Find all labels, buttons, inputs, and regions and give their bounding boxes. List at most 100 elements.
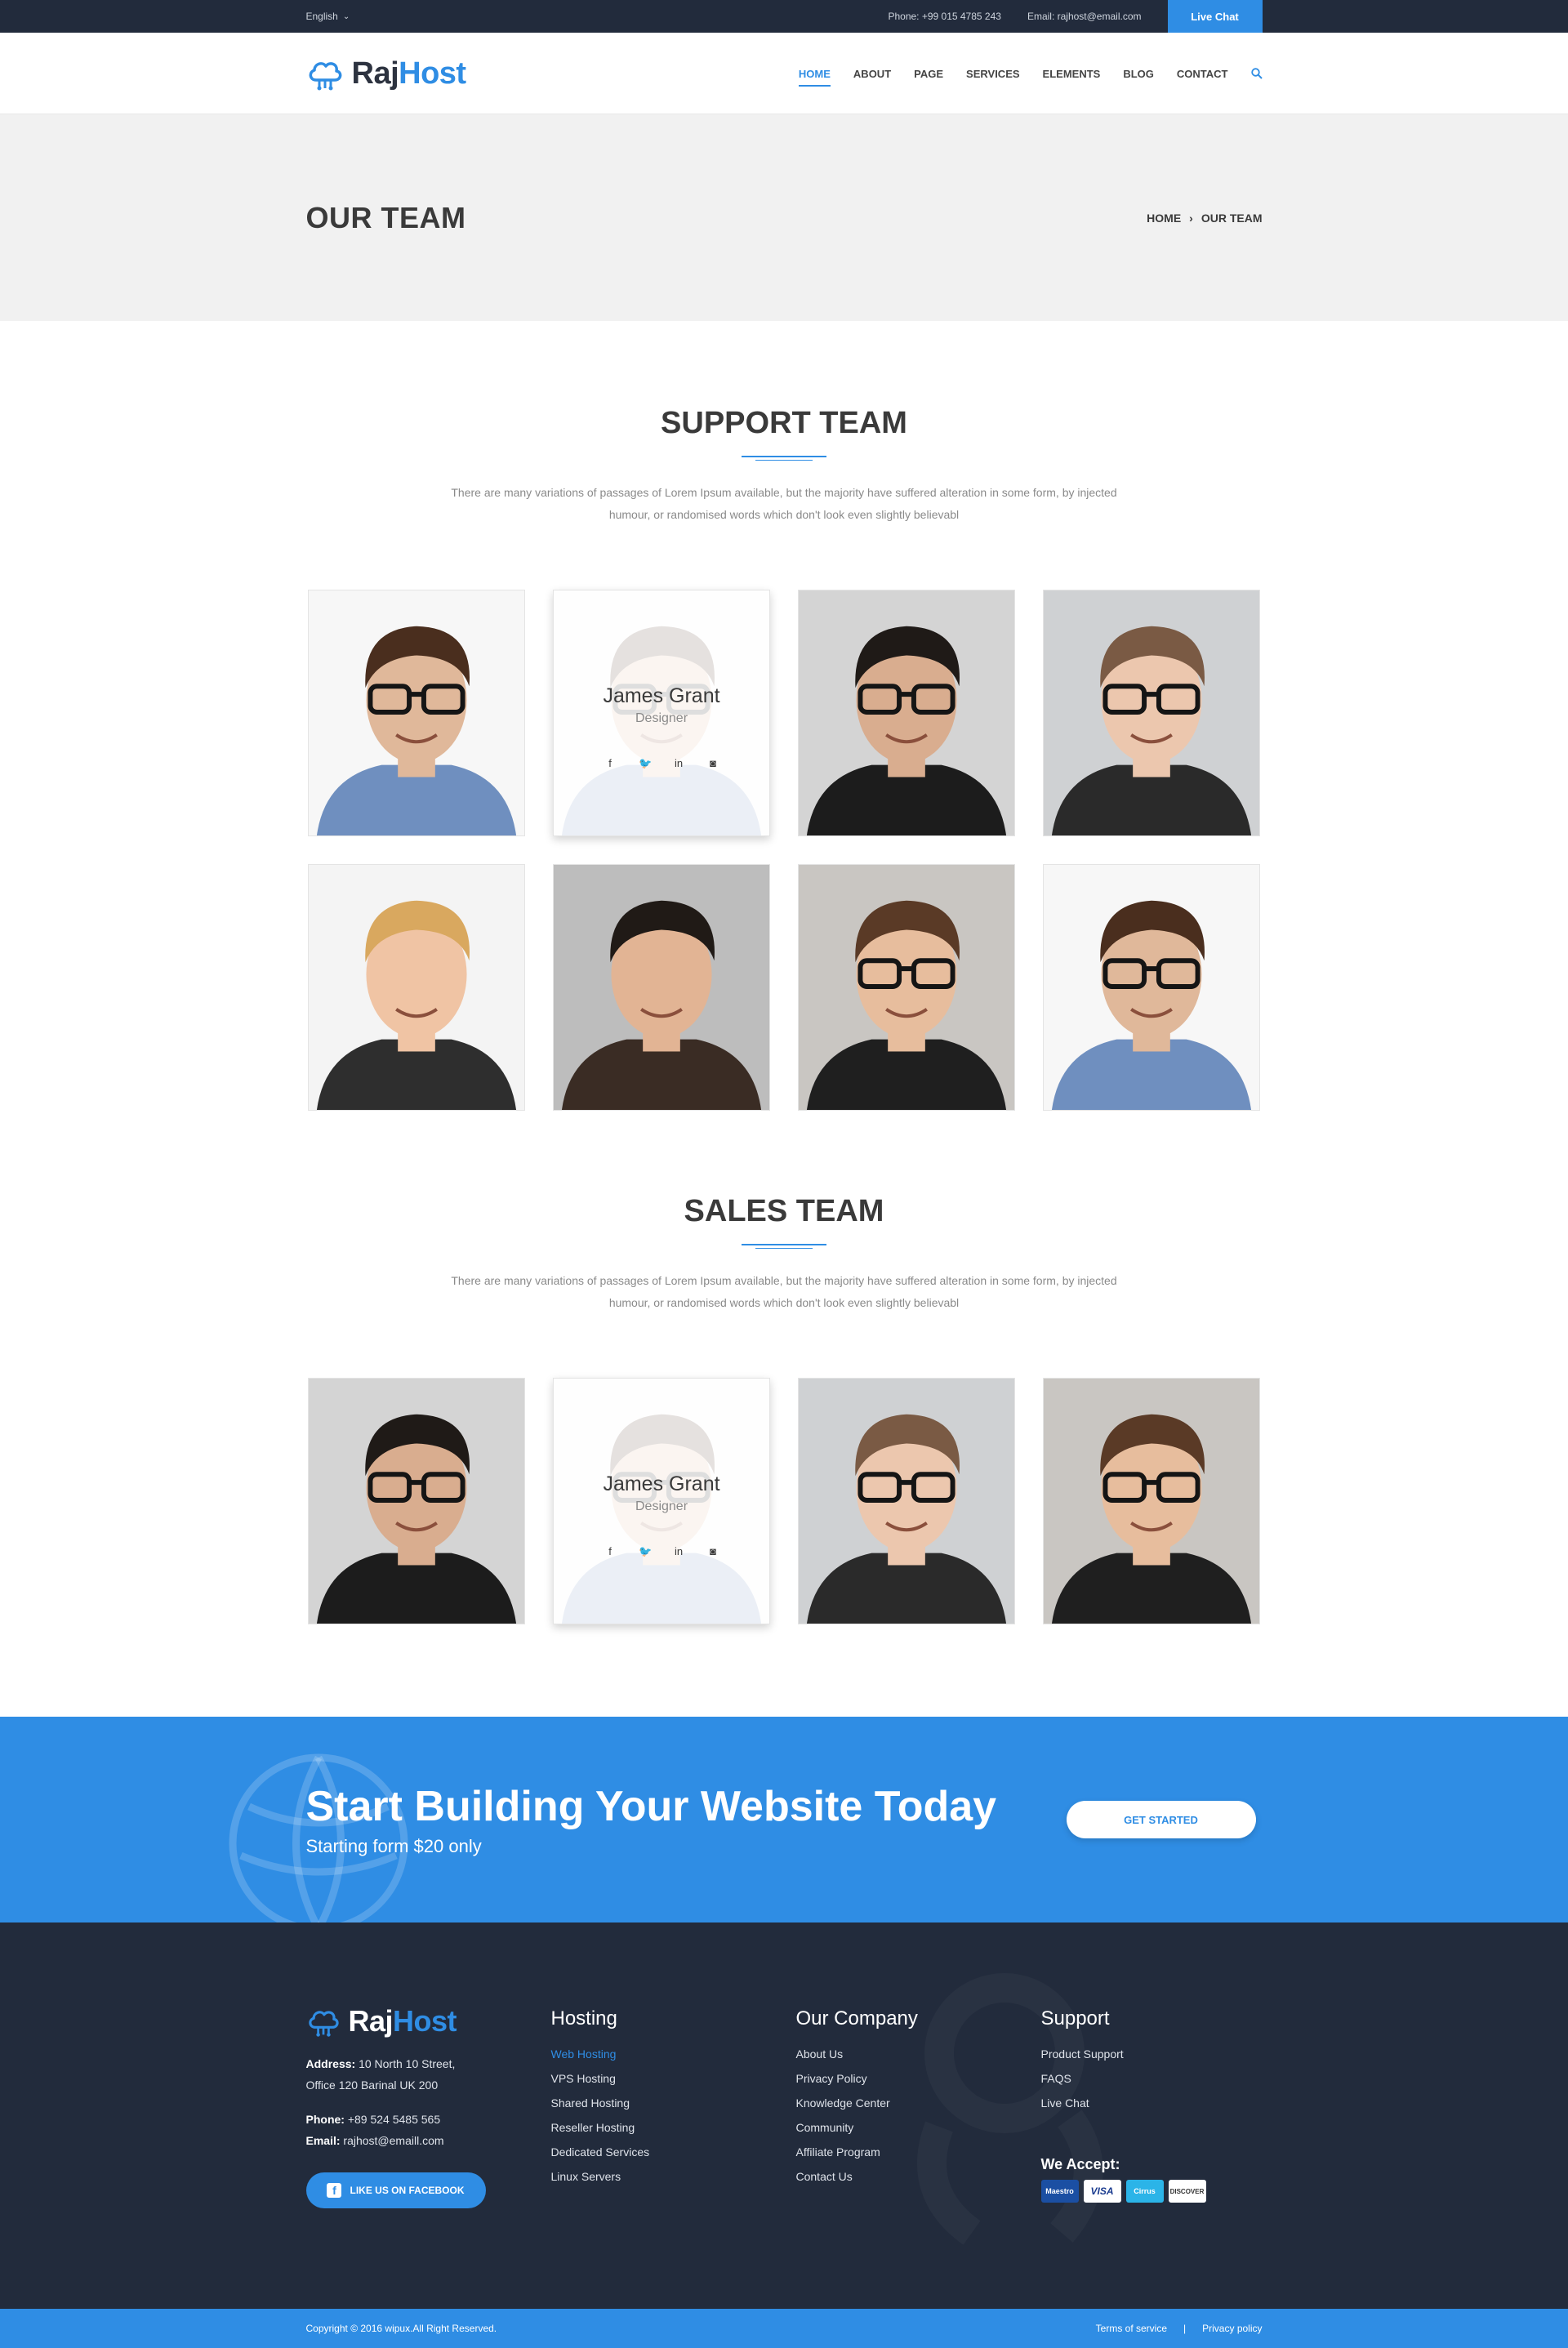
nav-about[interactable]: ABOUT <box>853 63 891 85</box>
nav-blog[interactable]: BLOG <box>1123 63 1154 85</box>
footer-link[interactable]: Reseller Hosting <box>551 2115 796 2140</box>
sales-team-title: SALES TEAM <box>684 1194 884 1228</box>
footer-link[interactable]: FAQS <box>1041 2066 1263 2091</box>
footer-link[interactable]: Live Chat <box>1041 2091 1263 2115</box>
team-member-card[interactable] <box>798 864 1015 1111</box>
footer-link[interactable]: Community <box>796 2115 1041 2140</box>
member-name: James Grant <box>603 684 720 707</box>
instagram-icon[interactable]: ◙ <box>707 757 719 770</box>
nav-services[interactable]: SERVICES <box>966 63 1020 85</box>
team-member-card[interactable] <box>308 1378 525 1624</box>
member-photo <box>1044 865 1259 1110</box>
footer-contact-column: RajHost Address: 10 North 10 Street, Off… <box>305 2004 551 2208</box>
hosting-heading: Hosting <box>550 2007 617 2029</box>
twitter-icon[interactable]: 🐦 <box>639 757 652 770</box>
language-selector[interactable]: English ⌄ <box>306 11 350 22</box>
member-photo <box>799 590 1014 835</box>
facebook-icon[interactable]: f <box>604 757 616 770</box>
logo-text-host: Host <box>393 2004 457 2038</box>
member-photo <box>1044 590 1259 835</box>
phone-label: Phone: <box>305 2113 345 2126</box>
cirrus-card-icon: Cirrus <box>1125 2180 1164 2203</box>
team-member-card[interactable] <box>553 864 770 1111</box>
footer-support-column: Support Product Support FAQS Live Chat W… <box>1040 2004 1263 2208</box>
breadcrumb-home[interactable]: HOME <box>1147 212 1181 225</box>
terms-link[interactable]: Terms of service <box>1096 2323 1167 2334</box>
we-accept-label: We Accept: <box>1040 2156 1120 2172</box>
footer-contact: Phone: +89 524 5485 565 Email: rajhost@e… <box>306 2109 551 2151</box>
facebook-icon[interactable]: f <box>604 1545 616 1558</box>
privacy-link[interactable]: Privacy policy <box>1202 2323 1262 2334</box>
company-heading: Our Company <box>795 2007 918 2029</box>
footer-link[interactable]: Shared Hosting <box>551 2091 796 2115</box>
maestro-card-icon: Maestro <box>1040 2180 1079 2203</box>
chevron-down-icon: ⌄ <box>342 11 350 21</box>
language-label: English <box>305 11 338 22</box>
footer-link[interactable]: Affiliate Program <box>796 2140 1041 2164</box>
footer-link[interactable]: Privacy Policy <box>796 2066 1041 2091</box>
page-title: OUR TEAM <box>305 200 466 234</box>
team-member-card[interactable] <box>1043 864 1260 1111</box>
payment-methods: Maestro VISA Cirrus DISCOVER <box>1040 2180 1263 2203</box>
team-member-card[interactable] <box>798 590 1015 836</box>
facebook-like-button[interactable]: f LIKE US ON FACEBOOK <box>305 2172 486 2208</box>
footer-link[interactable]: Linux Servers <box>551 2164 796 2189</box>
search-icon[interactable] <box>1250 68 1263 79</box>
title-divider <box>742 456 826 461</box>
site-logo[interactable]: RajHost <box>306 56 466 91</box>
footer-link[interactable]: Web Hosting <box>551 2042 796 2066</box>
live-chat-button[interactable]: Live Chat <box>1167 0 1263 33</box>
footer-link[interactable]: About Us <box>796 2042 1041 2066</box>
nav-contact[interactable]: CONTACT <box>1177 63 1228 85</box>
email-label: Email: <box>305 2134 341 2147</box>
logo-text-raj: Raj <box>351 56 399 91</box>
footer-link[interactable]: Dedicated Services <box>551 2140 796 2164</box>
team-member-card[interactable] <box>1043 1378 1260 1624</box>
team-member-card-featured[interactable]: James Grant Designer f 🐦 in ◙ <box>553 590 770 836</box>
team-member-card[interactable] <box>308 590 525 836</box>
member-name: James Grant <box>603 1472 720 1495</box>
main-nav: HOME ABOUT PAGE SERVICES ELEMENTS BLOG C… <box>798 63 1263 87</box>
footer-link[interactable]: Product Support <box>1041 2042 1263 2066</box>
breadcrumb: HOME › OUR TEAM <box>1147 212 1262 225</box>
address-line2: Office 120 Barinal UK 200 <box>305 2078 439 2092</box>
address-label: Address: <box>305 2057 356 2070</box>
nav-home[interactable]: HOME <box>798 63 831 87</box>
member-overlay: James Grant Designer f 🐦 in ◙ <box>554 1379 769 1624</box>
member-role: Designer <box>635 711 688 725</box>
team-member-card[interactable] <box>308 864 525 1111</box>
member-socials: f 🐦 in ◙ <box>604 1545 719 1558</box>
top-bar: English ⌄ Phone: +99 015 4785 243 Email:… <box>0 0 1568 33</box>
support-team-section: SUPPORT TEAM There are many variations o… <box>0 321 1568 1111</box>
site-footer: RajHost Address: 10 North 10 Street, Off… <box>0 1923 1568 2309</box>
linkedin-icon[interactable]: in <box>673 1545 684 1558</box>
footer-email[interactable]: rajhost@emaill.com <box>343 2134 443 2147</box>
logo-text-raj: Raj <box>348 2004 394 2038</box>
member-role: Designer <box>635 1499 688 1513</box>
footer-link[interactable]: VPS Hosting <box>551 2066 796 2091</box>
sales-team-section: SALES TEAM There are many variations of … <box>0 1111 1568 1624</box>
footer-logo[interactable]: RajHost <box>306 2004 551 2038</box>
bottom-bar: Copyright © 2016 wipux.All Right Reserve… <box>0 2309 1568 2348</box>
linkedin-icon[interactable]: in <box>673 757 684 770</box>
cta-title: Start Building Your Website Today <box>305 1783 997 1830</box>
footer-link[interactable]: Contact Us <box>796 2164 1041 2189</box>
topbar-email[interactable]: Email: rajhost@email.com <box>1027 11 1142 22</box>
nav-page[interactable]: PAGE <box>914 63 943 85</box>
member-photo <box>309 590 524 835</box>
member-photo <box>309 1379 524 1624</box>
footer-link[interactable]: Knowledge Center <box>796 2091 1041 2115</box>
nav-elements[interactable]: ELEMENTS <box>1043 63 1101 85</box>
team-member-card[interactable] <box>798 1378 1015 1624</box>
site-header: RajHost HOME ABOUT PAGE SERVICES ELEMENT… <box>0 33 1568 114</box>
discover-card-icon: DISCOVER <box>1168 2180 1206 2203</box>
team-member-card[interactable] <box>1043 590 1260 836</box>
footer-company-column: Our Company About Us Privacy Policy Know… <box>796 2004 1041 2208</box>
get-started-button[interactable]: GET STARTED <box>1066 1801 1256 1838</box>
team-member-card-featured[interactable]: James Grant Designer f 🐦 in ◙ <box>553 1378 770 1624</box>
title-divider <box>742 1244 826 1249</box>
link-separator: | <box>1183 2323 1187 2334</box>
address-line1: 10 North 10 Street, <box>359 2057 456 2070</box>
twitter-icon[interactable]: 🐦 <box>639 1545 652 1558</box>
instagram-icon[interactable]: ◙ <box>707 1545 719 1558</box>
